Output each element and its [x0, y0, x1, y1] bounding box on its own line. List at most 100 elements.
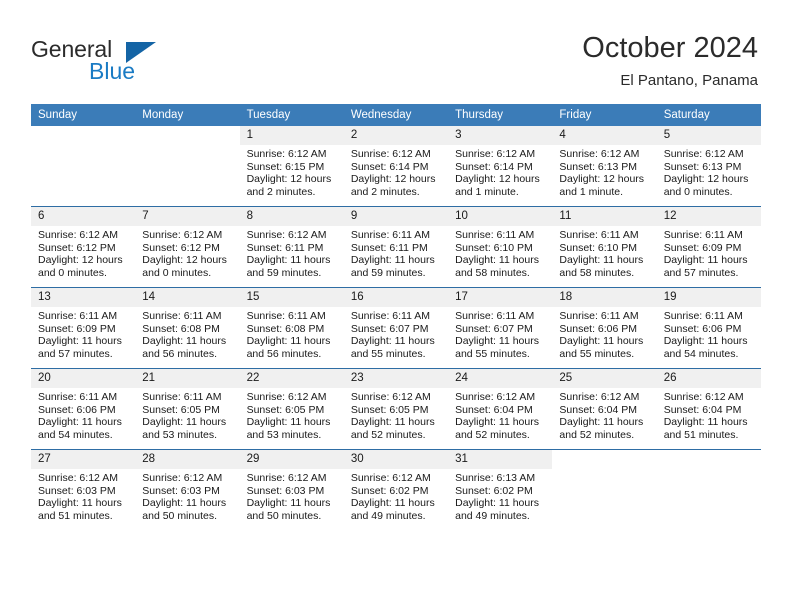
day-details: Sunrise: 6:12 AM Sunset: 6:14 PM Daylight:…	[448, 145, 552, 198]
day-number: 1	[239, 126, 344, 145]
day-number: 5	[656, 126, 761, 145]
calendar-day-cell[interactable]: 22 Sunrise: 6:12 AM Sunset: 6:05 PM Dayligh…	[239, 368, 344, 450]
daylight-text-line1: Daylight: 11 hours	[455, 335, 539, 348]
calendar-day-cell[interactable]: 30 Sunrise: 6:12 AM Sunset: 6:02 PM Dayligh…	[343, 449, 449, 530]
day-details: Sunrise: 6:11 AM Sunset: 6:08 PM Daylight:…	[240, 307, 344, 360]
daylight-text-line2: and 52 minutes.	[455, 428, 530, 441]
daylight-text-line2: and 52 minutes.	[559, 428, 635, 441]
sunset-text: Sunset: 6:05 PM	[246, 403, 325, 416]
sunset-text: Sunset: 6:06 PM	[38, 403, 116, 416]
day-number	[552, 450, 657, 469]
title-block: October 2024 El Pantano, Panama	[582, 30, 758, 92]
calendar-day-cell[interactable]: 7 Sunrise: 6:12 AM Sunset: 6:12 PM Daylight…	[135, 206, 240, 288]
daylight-text-line1: Daylight: 11 hours	[663, 416, 748, 429]
daylight-text-line2: and 53 minutes.	[246, 428, 322, 441]
daylight-text-line2: and 55 minutes.	[350, 347, 426, 360]
sunrise-text: Sunrise: 6:11 AM	[350, 310, 431, 322]
calendar-day-cell[interactable]: 8 Sunrise: 6:12 AM Sunset: 6:11 PM Daylight…	[239, 206, 344, 288]
calendar-header-row: Sunday Monday Tuesday Wednesday Thursday…	[31, 104, 761, 126]
daylight-text-line1: Daylight: 12 hours	[246, 173, 332, 186]
day-number: 15	[239, 288, 344, 307]
day-details: Sunrise: 6:11 AM Sunset: 6:09 PM Daylight:…	[31, 307, 135, 360]
page-title: October 2024	[582, 32, 758, 64]
calendar-day-cell[interactable]: 4 Sunrise: 6:12 AM Sunset: 6:13 PM Daylight…	[552, 126, 657, 207]
calendar-day-cell[interactable]: 23 Sunrise: 6:12 AM Sunset: 6:05 PM Dayligh…	[343, 368, 449, 450]
daylight-text-line1: Daylight: 11 hours	[350, 497, 435, 510]
calendar-day-cell[interactable]: 1 Sunrise: 6:12 AM Sunset: 6:15 PM Daylight…	[239, 126, 344, 207]
daylight-text-line2: and 59 minutes.	[246, 266, 322, 279]
day-details: Sunrise: 6:12 AM Sunset: 6:03 PM Daylight:…	[135, 469, 239, 522]
sunrise-text: Sunrise: 6:12 AM	[663, 148, 744, 160]
daylight-text-line2: and 53 minutes.	[142, 428, 217, 441]
calendar-day-cell[interactable]: 31 Sunrise: 6:13 AM Sunset: 6:02 PM Dayligh…	[448, 449, 553, 530]
daylight-text-line1: Daylight: 11 hours	[559, 254, 644, 267]
calendar-day-cell[interactable]: 19 Sunrise: 6:11 AM Sunset: 6:06 PM Dayligh…	[656, 287, 761, 369]
day-number: 27	[31, 450, 136, 469]
daylight-text-line2: and 58 minutes.	[559, 266, 635, 279]
sunrise-text: Sunrise: 6:11 AM	[350, 229, 431, 241]
daylight-text-line2: and 52 minutes.	[350, 428, 426, 441]
day-number: 9	[343, 207, 449, 226]
calendar-day-cell[interactable]: 24 Sunrise: 6:12 AM Sunset: 6:04 PM Dayligh…	[448, 368, 553, 450]
day-details: Sunrise: 6:12 AM Sunset: 6:04 PM Daylight:…	[448, 388, 552, 441]
sunrise-text: Sunrise: 6:12 AM	[246, 472, 327, 484]
calendar-day-cell[interactable]: 11 Sunrise: 6:11 AM Sunset: 6:10 PM Dayligh…	[552, 206, 657, 288]
calendar-day-cell[interactable]: 27 Sunrise: 6:12 AM Sunset: 6:03 PM Dayligh…	[31, 449, 136, 530]
calendar-day-cell[interactable]: 5 Sunrise: 6:12 AM Sunset: 6:13 PM Daylight…	[656, 126, 761, 207]
day-details: Sunrise: 6:12 AM Sunset: 6:03 PM Daylight:…	[240, 469, 344, 522]
calendar-day-cell[interactable]: 28 Sunrise: 6:12 AM Sunset: 6:03 PM Dayligh…	[135, 449, 240, 530]
calendar-week-row: 1 Sunrise: 6:12 AM Sunset: 6:15 PM Daylight…	[31, 126, 761, 207]
daylight-text-line2: and 49 minutes.	[455, 509, 530, 522]
calendar-day-cell[interactable]: 18 Sunrise: 6:11 AM Sunset: 6:06 PM Dayligh…	[552, 287, 657, 369]
calendar-day-cell[interactable]: 20 Sunrise: 6:11 AM Sunset: 6:06 PM Dayligh…	[31, 368, 136, 450]
weekday-header-tuesday: Tuesday	[239, 104, 344, 126]
sunset-text: Sunset: 6:02 PM	[350, 484, 429, 497]
calendar-day-cell[interactable]: 10 Sunrise: 6:11 AM Sunset: 6:10 PM Dayligh…	[448, 206, 553, 288]
calendar-day-cell[interactable]: 25 Sunrise: 6:12 AM Sunset: 6:04 PM Dayligh…	[552, 368, 657, 450]
calendar-day-cell[interactable]: 13 Sunrise: 6:11 AM Sunset: 6:09 PM Dayligh…	[31, 287, 136, 369]
calendar-day-cell-empty	[31, 126, 136, 207]
day-details: Sunrise: 6:11 AM Sunset: 6:10 PM Daylight:…	[448, 226, 552, 279]
daylight-text-line2: and 0 minutes.	[663, 185, 733, 198]
sunset-text: Sunset: 6:10 PM	[559, 241, 638, 254]
day-number: 18	[552, 288, 657, 307]
sunrise-text: Sunrise: 6:12 AM	[350, 391, 431, 403]
sunset-text: Sunset: 6:10 PM	[455, 241, 533, 254]
calendar-day-cell[interactable]: 16 Sunrise: 6:11 AM Sunset: 6:07 PM Dayligh…	[343, 287, 449, 369]
daylight-text-line1: Daylight: 11 hours	[455, 254, 539, 267]
calendar-day-cell[interactable]: 12 Sunrise: 6:11 AM Sunset: 6:09 PM Dayligh…	[656, 206, 761, 288]
weekday-header-thursday: Thursday	[448, 104, 553, 126]
daylight-text-line2: and 55 minutes.	[455, 347, 530, 360]
day-number: 25	[552, 369, 657, 388]
daylight-text-line1: Daylight: 11 hours	[559, 416, 644, 429]
calendar-day-cell[interactable]: 3 Sunrise: 6:12 AM Sunset: 6:14 PM Daylight…	[448, 126, 553, 207]
calendar-day-cell[interactable]: 29 Sunrise: 6:12 AM Sunset: 6:03 PM Dayligh…	[239, 449, 344, 530]
weekday-header-sunday: Sunday	[31, 104, 136, 126]
calendar-day-cell[interactable]: 14 Sunrise: 6:11 AM Sunset: 6:08 PM Dayligh…	[135, 287, 240, 369]
day-details: Sunrise: 6:12 AM Sunset: 6:12 PM Daylight:…	[135, 226, 239, 279]
calendar-day-cell[interactable]: 26 Sunrise: 6:12 AM Sunset: 6:04 PM Dayligh…	[656, 368, 761, 450]
sunset-text: Sunset: 6:04 PM	[455, 403, 533, 416]
sunset-text: Sunset: 6:15 PM	[246, 160, 325, 173]
day-details: Sunrise: 6:11 AM Sunset: 6:07 PM Daylight:…	[344, 307, 448, 360]
calendar-day-cell[interactable]: 9 Sunrise: 6:11 AM Sunset: 6:11 PM Daylight…	[343, 206, 449, 288]
day-details: Sunrise: 6:11 AM Sunset: 6:06 PM Daylight:…	[657, 307, 761, 360]
daylight-text-line1: Daylight: 11 hours	[38, 335, 122, 348]
sunrise-text: Sunrise: 6:12 AM	[142, 229, 223, 241]
sunset-text: Sunset: 6:08 PM	[142, 322, 220, 335]
sunset-text: Sunset: 6:14 PM	[455, 160, 533, 173]
general-blue-logo[interactable]: General Blue	[31, 36, 231, 92]
calendar-day-cell[interactable]: 21 Sunrise: 6:11 AM Sunset: 6:05 PM Dayligh…	[135, 368, 240, 450]
daylight-text-line2: and 58 minutes.	[455, 266, 530, 279]
sunset-text: Sunset: 6:03 PM	[38, 484, 116, 497]
daylight-text-line1: Daylight: 12 hours	[663, 173, 749, 186]
calendar-day-cell[interactable]: 6 Sunrise: 6:12 AM Sunset: 6:12 PM Daylight…	[31, 206, 136, 288]
sunset-text: Sunset: 6:13 PM	[663, 160, 742, 173]
sunset-text: Sunset: 6:11 PM	[246, 241, 324, 254]
calendar-day-cell[interactable]: 17 Sunrise: 6:11 AM Sunset: 6:07 PM Dayligh…	[448, 287, 553, 369]
day-details: Sunrise: 6:12 AM Sunset: 6:05 PM Daylight:…	[344, 388, 448, 441]
calendar-day-cell[interactable]: 15 Sunrise: 6:11 AM Sunset: 6:08 PM Dayligh…	[239, 287, 344, 369]
calendar-day-cell[interactable]: 2 Sunrise: 6:12 AM Sunset: 6:14 PM Daylight…	[343, 126, 449, 207]
sunset-text: Sunset: 6:02 PM	[455, 484, 533, 497]
day-number	[656, 450, 761, 469]
